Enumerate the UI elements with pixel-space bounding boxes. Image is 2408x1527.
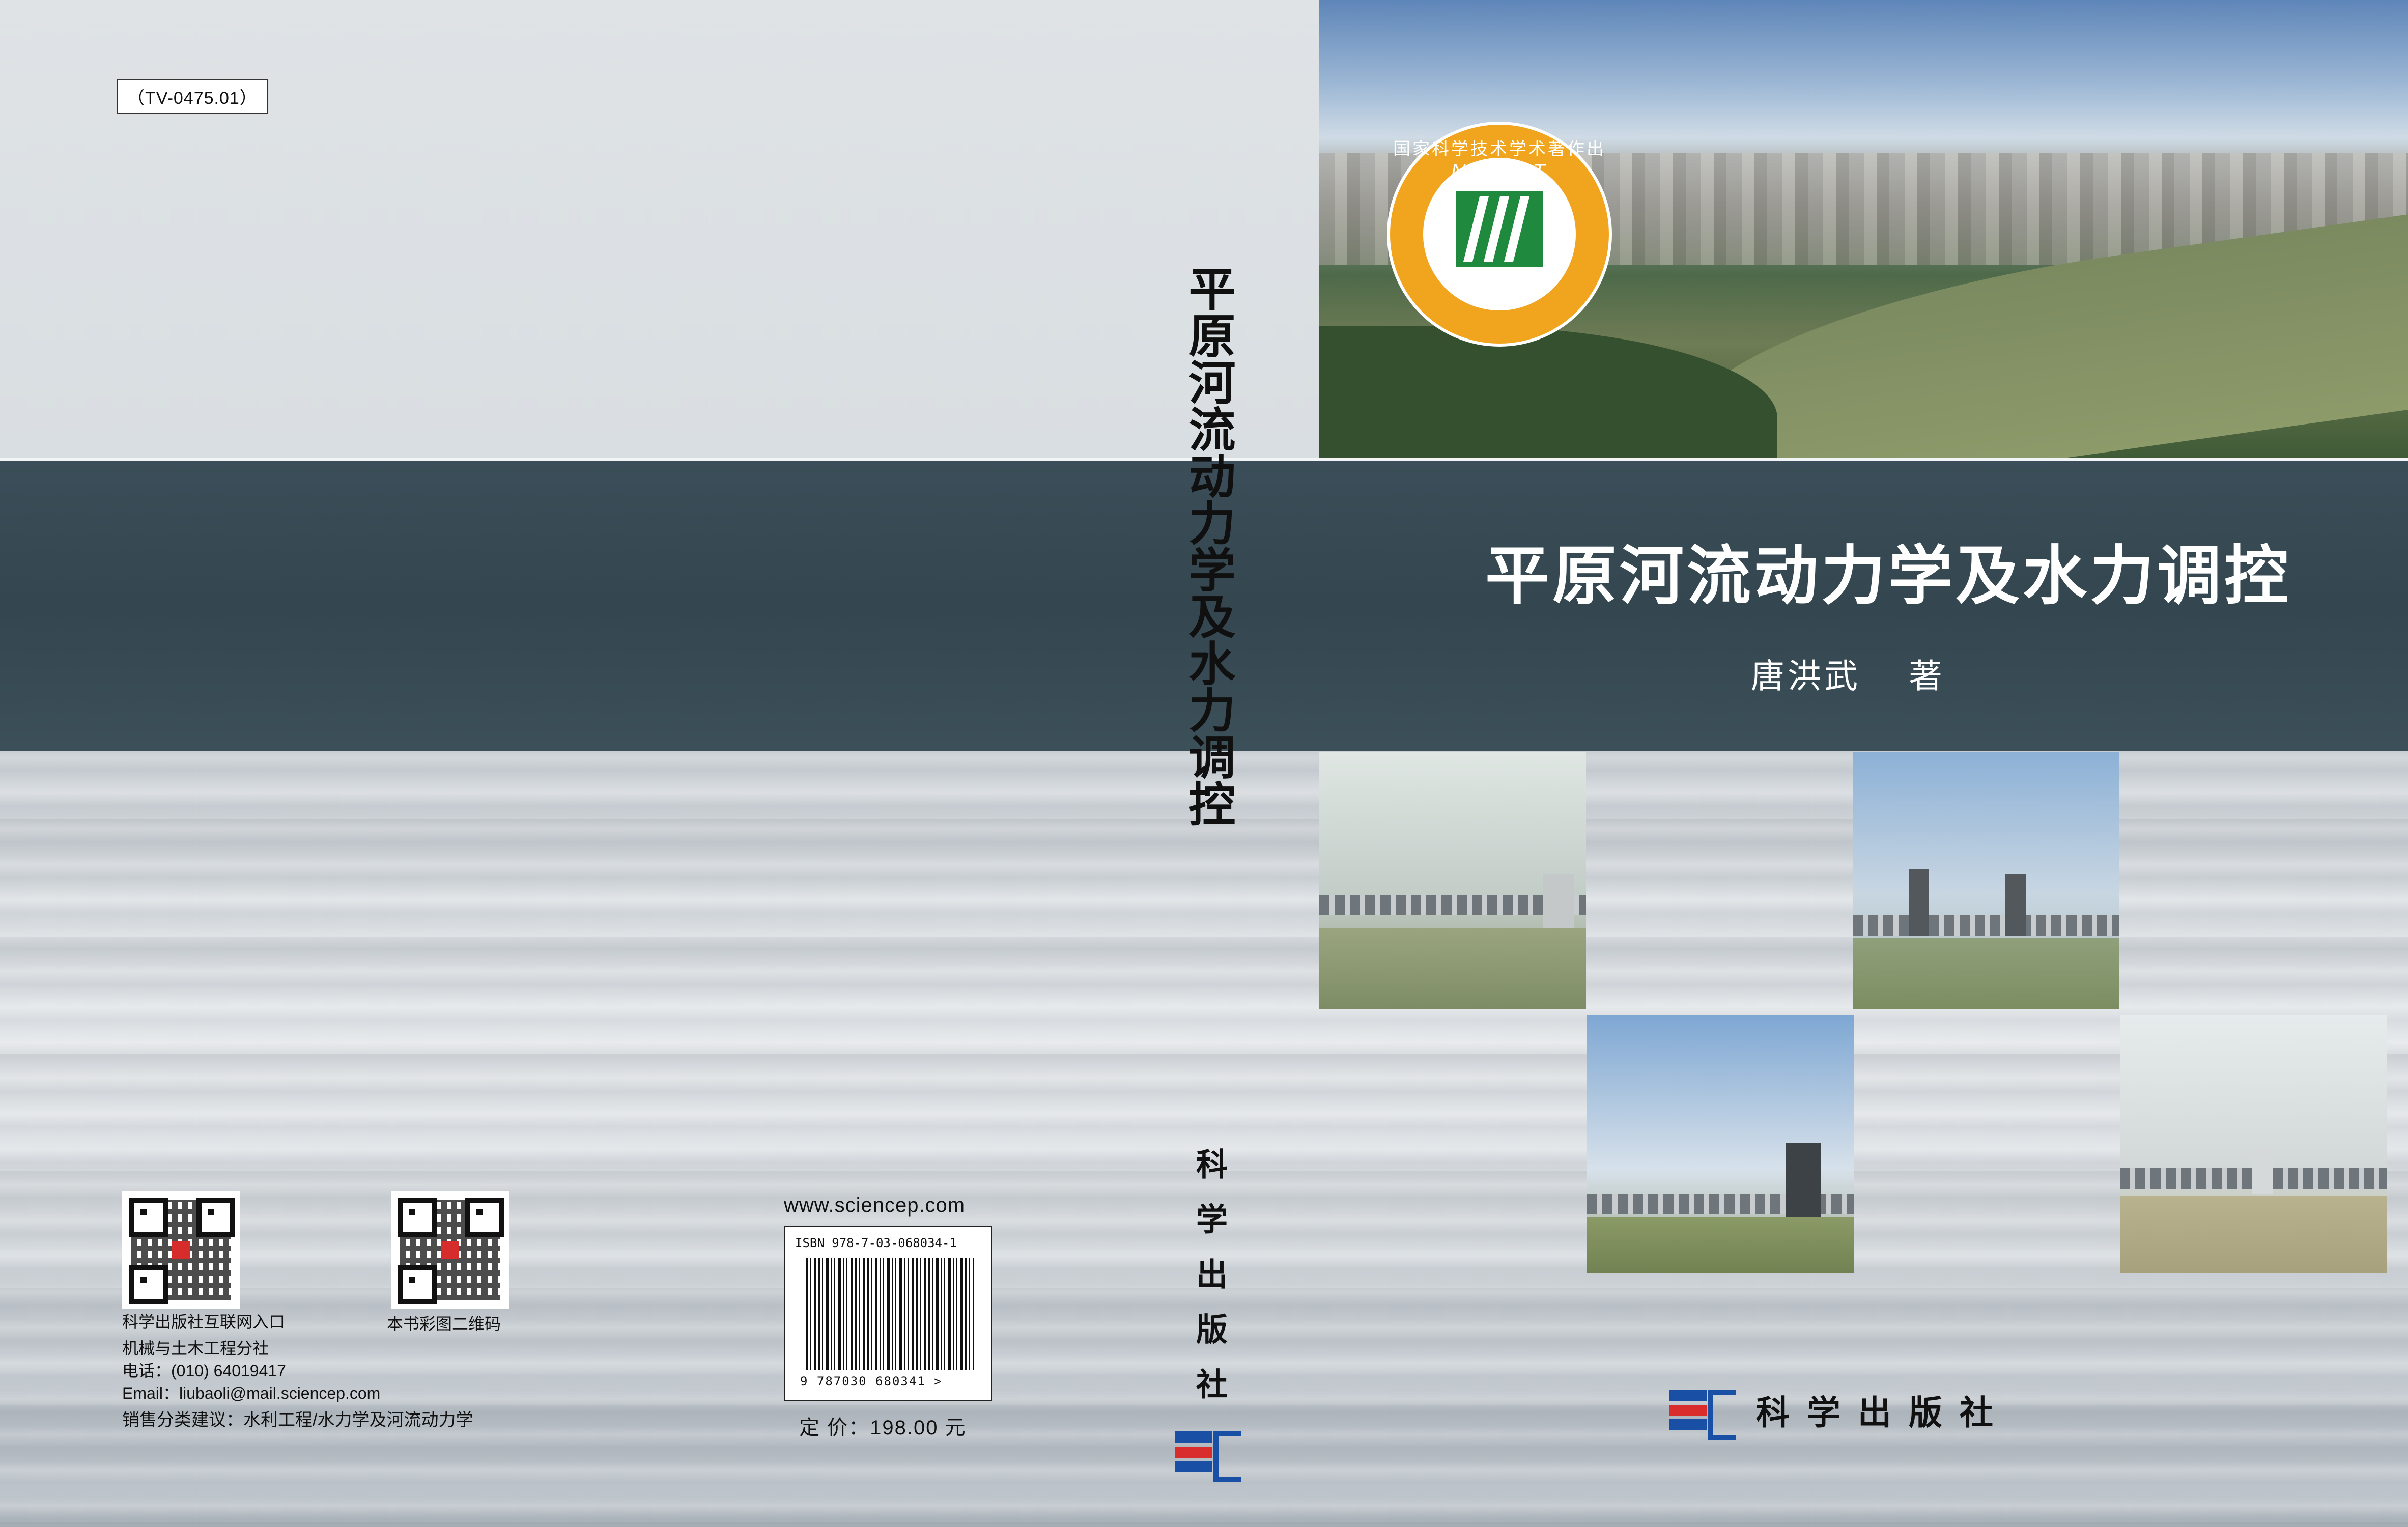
price-text: 定 价：198.00 元 (799, 1417, 967, 1439)
book-cover: （TV-0475.01） 国家科学技术学术著作出版基金 NFAPST 平原河流动… (0, 0, 2408, 1527)
website-text: www.sciencep.com (784, 1194, 966, 1217)
department-text: 机械与土木工程分社 (122, 1339, 269, 1358)
barcode-digits: 9 787030 680341 > (800, 1374, 943, 1389)
spine-title: 平原河流动力学及水力调控 (1181, 265, 1236, 827)
nfapst-badge-icon: 国家科学技术学术著作出版基金 NFAPST (1390, 125, 1609, 344)
qr2-label: 本书彩图二维码 (387, 1315, 501, 1333)
phone-text: 电话：(010) 64019417 (122, 1362, 286, 1380)
spine-publisher: 科学出版社 (1191, 1148, 1228, 1423)
badge-mark (1456, 191, 1543, 267)
tree-area (1319, 326, 1777, 458)
email-text: Email：liubaoli@mail.sciencep.com (122, 1384, 381, 1402)
qr-code-icon (122, 1191, 240, 1309)
author-name: 唐洪武 (1751, 657, 1861, 695)
isbn-text: ISBN 978-7-03-068034-1 (795, 1236, 957, 1250)
back-cover-top-panel (0, 0, 1319, 458)
qr1-label: 科学出版社互联网入口 (122, 1313, 286, 1331)
sluice-photo-2 (1853, 752, 2119, 1009)
isbn-barcode-box: ISBN 978-7-03-068034-1 9 787030 680341 > (784, 1226, 992, 1401)
front-title: 平原河流动力学及水力调控 (1485, 538, 2291, 613)
sluice-photo-3 (1587, 1015, 1854, 1272)
sales-category-text: 销售分类建议：水利工程/水力学及河流动力学 (122, 1410, 473, 1430)
catalog-code: （TV-0475.01） (117, 79, 268, 114)
qr-code-icon (391, 1191, 509, 1309)
publisher-logo-icon (1669, 1390, 1736, 1440)
front-publisher: 科学出版社 (1756, 1393, 2010, 1432)
sluice-photo-4 (2120, 1015, 2387, 1272)
publisher-logo-icon (1175, 1431, 1241, 1482)
author-role: 著 (1909, 657, 1942, 695)
barcode-icon (806, 1258, 974, 1370)
sluice-photo-1 (1319, 752, 1586, 1009)
